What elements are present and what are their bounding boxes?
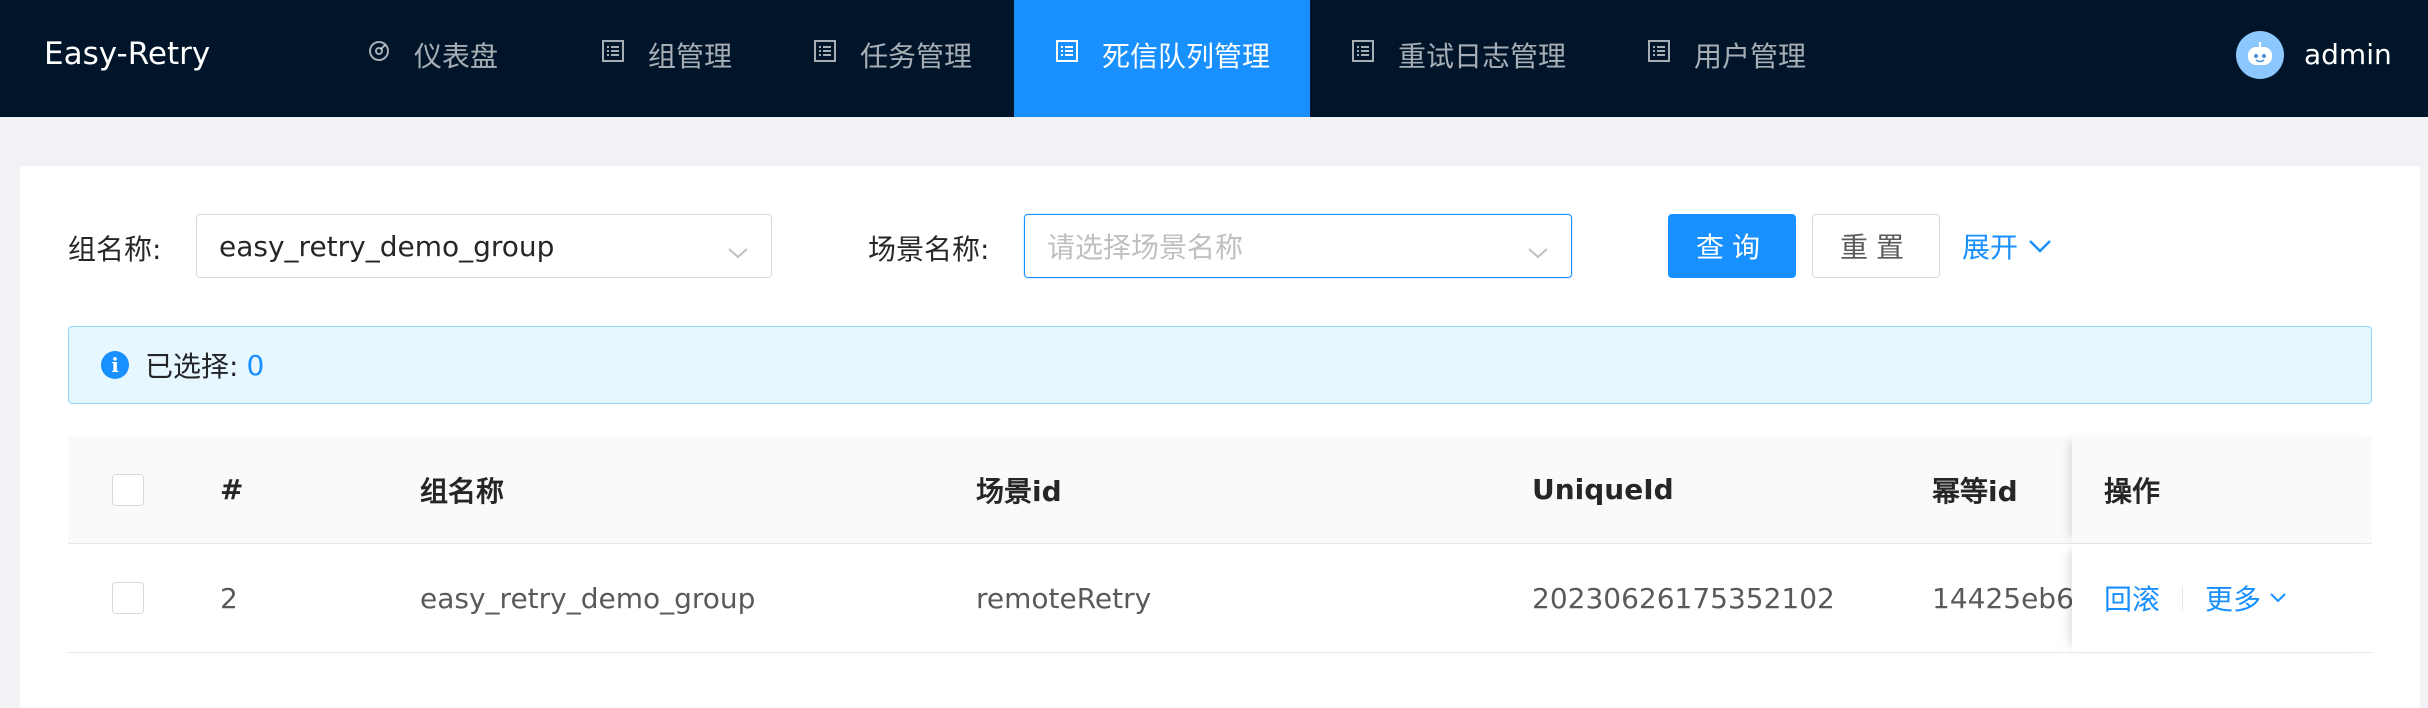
list-icon bbox=[600, 38, 626, 71]
row-actions: 回滚 更多 bbox=[2104, 544, 2287, 652]
column-header-unique-id[interactable]: UniqueId bbox=[1532, 436, 1674, 543]
list-icon bbox=[1646, 38, 1672, 71]
nav-label: 组管理 bbox=[648, 39, 733, 73]
nav-item-dead-letter-queue[interactable]: 死信队列管理 bbox=[1014, 0, 1310, 117]
row-group-name: easy_retry_demo_group bbox=[420, 581, 756, 615]
table-header: # 组名称 场景id UniqueId 幂等id 操作 bbox=[68, 436, 2372, 544]
user-menu[interactable]: admin bbox=[2236, 0, 2392, 117]
chevron-down-icon bbox=[727, 237, 749, 270]
group-name-select[interactable]: easy_retry_demo_group bbox=[196, 214, 772, 278]
fixed-action-column: 回滚 更多 bbox=[2072, 544, 2372, 652]
nav-label: 用户管理 bbox=[1694, 39, 1807, 73]
row-checkbox[interactable] bbox=[112, 582, 144, 614]
select-all-cell bbox=[112, 436, 144, 543]
list-icon bbox=[1350, 38, 1376, 71]
more-label: 更多 bbox=[2205, 583, 2262, 616]
chevron-down-icon bbox=[1527, 237, 1549, 270]
selected-count: 0 bbox=[246, 348, 265, 382]
nav-label: 仪表盘 bbox=[414, 39, 499, 73]
nav-label: 死信队列管理 bbox=[1102, 39, 1271, 73]
column-header-scene-id[interactable]: 场景id bbox=[976, 436, 1062, 543]
nav-label: 重试日志管理 bbox=[1398, 39, 1567, 73]
fixed-action-column-header: 操作 bbox=[2072, 436, 2372, 543]
row-index: 2 bbox=[220, 581, 238, 615]
user-name: admin bbox=[2304, 38, 2392, 71]
nav-item-user-management[interactable]: 用户管理 bbox=[1646, 0, 1866, 117]
avatar bbox=[2236, 30, 2284, 79]
select-all-checkbox[interactable] bbox=[112, 473, 144, 506]
nav-item-retry-log-management[interactable]: 重试日志管理 bbox=[1350, 0, 1650, 117]
chevron-down-icon bbox=[2028, 236, 2052, 256]
scene-name-select[interactable]: 请选择场景名称 bbox=[1024, 214, 1572, 278]
table-row: 2 easy_retry_demo_group remoteRetry 2023… bbox=[68, 544, 2372, 653]
column-header-index[interactable]: # bbox=[220, 436, 243, 543]
column-header-actions: 操作 bbox=[2104, 474, 2161, 508]
group-name-value: easy_retry_demo_group bbox=[219, 229, 555, 263]
nav-label: 任务管理 bbox=[860, 39, 973, 73]
info-icon: i bbox=[101, 351, 129, 379]
list-icon bbox=[812, 38, 838, 71]
reset-button[interactable]: 重置 bbox=[1812, 214, 1940, 278]
robot-avatar-icon bbox=[2248, 41, 2272, 65]
nav-item-group-management[interactable]: 组管理 bbox=[600, 0, 760, 117]
selection-alert: i 已选择: 0 bbox=[68, 326, 2372, 404]
nav-item-task-management[interactable]: 任务管理 bbox=[812, 0, 1012, 117]
app-logo-text[interactable]: Easy-Retry bbox=[44, 0, 210, 117]
column-header-idempotent-id[interactable]: 幂等id bbox=[1932, 436, 2072, 543]
query-button[interactable]: 查询 bbox=[1668, 214, 1796, 278]
more-actions-link[interactable]: 更多 bbox=[2205, 578, 2287, 618]
dead-letter-table: # 组名称 场景id UniqueId 幂等id 操作 2 easy_retry… bbox=[68, 436, 2372, 653]
scene-name-placeholder: 请选择场景名称 bbox=[1047, 231, 1244, 264]
row-unique-id: 20230626175352102 bbox=[1532, 581, 1835, 615]
row-scene-id: remoteRetry bbox=[976, 581, 1152, 615]
row-select-cell bbox=[112, 544, 144, 652]
top-nav-bar: Easy-Retry 仪表盘 组管理 任务管理 死信队列管理 重试日志管理 用户… bbox=[0, 0, 2428, 117]
action-divider bbox=[2182, 586, 2184, 610]
chevron-down-icon bbox=[2269, 591, 2287, 605]
column-header-group[interactable]: 组名称 bbox=[420, 436, 504, 543]
selected-label: 已选择: bbox=[145, 350, 239, 383]
scene-name-label: 场景名称: bbox=[868, 233, 990, 266]
expand-label: 展开 bbox=[1962, 231, 2019, 264]
content-card: 组名称: easy_retry_demo_group 场景名称: 请选择场景名称… bbox=[20, 166, 2420, 708]
dashboard-icon bbox=[366, 38, 392, 71]
group-name-label: 组名称: bbox=[68, 233, 162, 266]
row-idempotent-id: 14425eb68 bbox=[1932, 581, 2072, 615]
list-icon bbox=[1054, 38, 1080, 71]
nav-item-dashboard[interactable]: 仪表盘 bbox=[366, 0, 536, 117]
expand-link[interactable]: 展开 bbox=[1962, 214, 2052, 278]
rollback-link[interactable]: 回滚 bbox=[2104, 578, 2160, 618]
